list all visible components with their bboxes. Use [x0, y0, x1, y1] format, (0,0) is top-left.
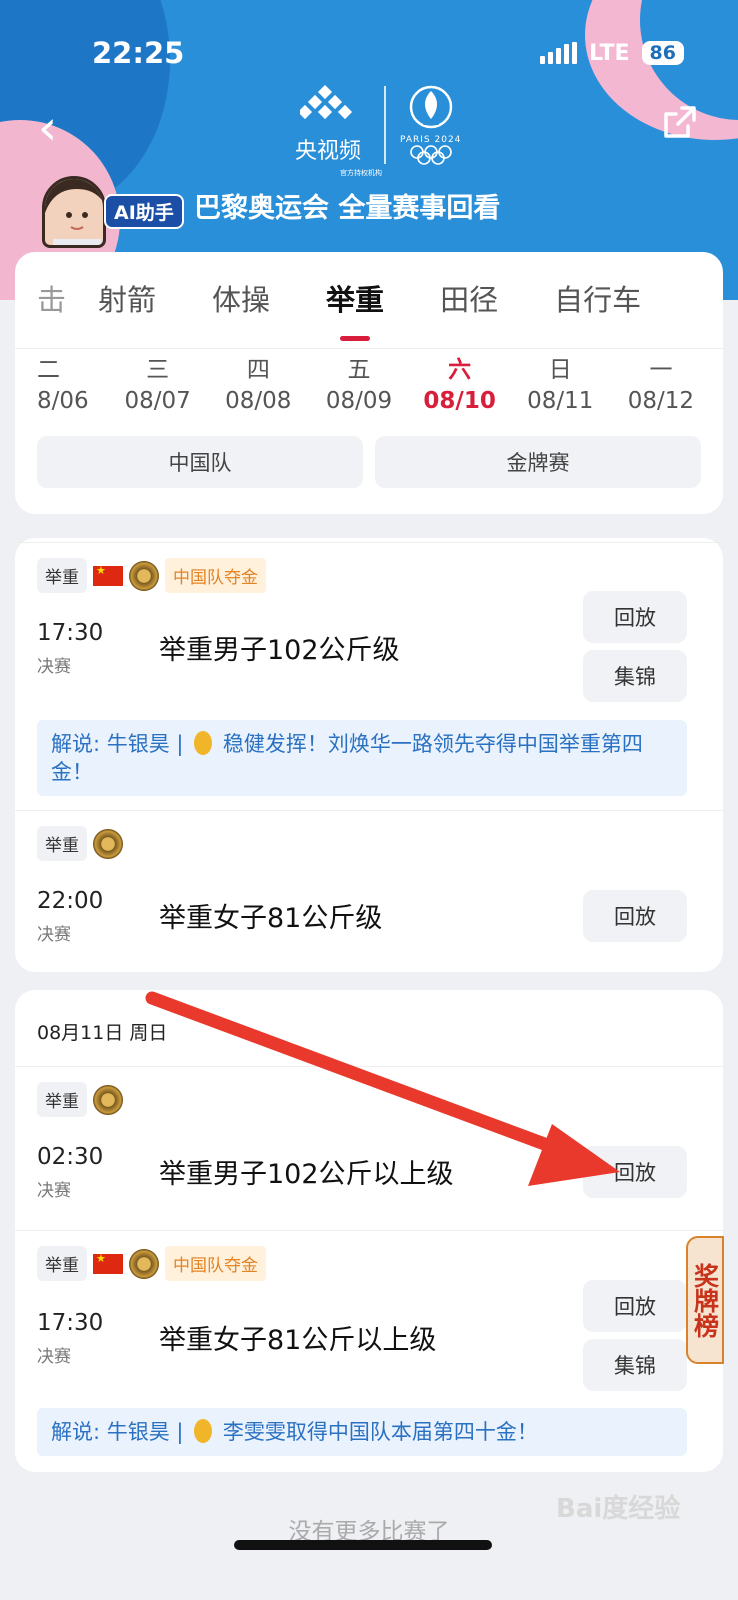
- annotation-arrow: [145, 991, 620, 1186]
